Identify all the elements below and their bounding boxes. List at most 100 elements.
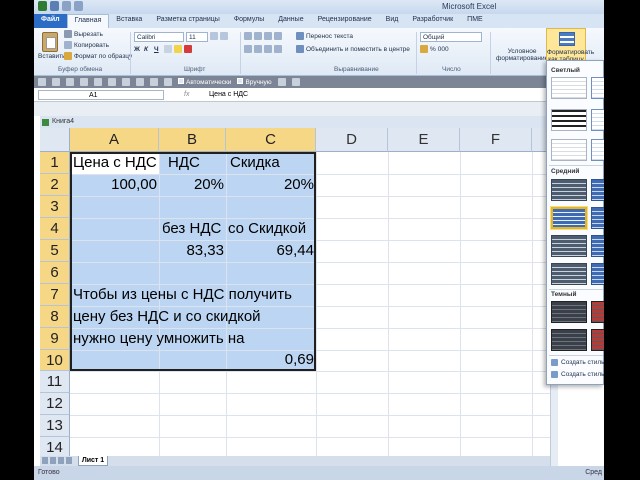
conditional-formatting-button[interactable]: Условное форматирование [496, 48, 548, 62]
font-size-buttons[interactable] [210, 32, 228, 40]
prev-sheet-icon[interactable] [50, 457, 56, 464]
merge-center-button[interactable]: Объединить и поместить в центре [296, 45, 410, 53]
align-top-icon[interactable] [244, 32, 252, 40]
last-sheet-icon[interactable] [66, 457, 72, 464]
table-style-medium-1[interactable] [551, 179, 587, 201]
align-middle-icon[interactable] [254, 32, 262, 40]
cell-b2[interactable]: 20% [159, 174, 224, 196]
cell-a7[interactable]: Чтобы из цены с НДС получить [73, 284, 292, 306]
cell-b4[interactable]: без НДС [162, 218, 221, 240]
cell-c4[interactable]: со Скидкой [228, 218, 306, 240]
tab-pme[interactable]: ПМЕ [460, 14, 490, 28]
tab-formulas[interactable]: Формулы [227, 14, 271, 28]
thousands-button[interactable]: 000 [438, 46, 449, 53]
toolbar-icon-4[interactable] [80, 78, 88, 86]
table-style-light-4[interactable] [591, 109, 604, 131]
cell-a2[interactable]: 100,00 [70, 174, 157, 196]
toolbar-icon-6[interactable] [108, 78, 116, 86]
toolbar-icon-11[interactable] [277, 78, 286, 86]
undo-icon[interactable] [62, 1, 71, 11]
table-style-light-6[interactable] [591, 139, 604, 161]
tab-developer[interactable]: Разработчик [405, 14, 460, 28]
underline-button[interactable]: Ч [154, 46, 162, 53]
italic-button[interactable]: К [144, 46, 152, 53]
first-sheet-icon[interactable] [42, 457, 48, 464]
row-header-3[interactable]: 3 [40, 196, 70, 218]
table-style-medium-5[interactable] [551, 235, 587, 257]
align-bottom-icon[interactable] [264, 32, 272, 40]
column-header-b[interactable]: B [159, 128, 226, 152]
table-style-medium-2[interactable] [591, 179, 604, 201]
toolbar-icon-8[interactable] [136, 78, 144, 86]
toolbar-icon-5[interactable] [94, 78, 102, 86]
shrink-font-icon[interactable] [220, 32, 228, 40]
row-header-13[interactable]: 13 [40, 415, 70, 437]
tab-data[interactable]: Данные [271, 14, 310, 28]
row-header-8[interactable]: 8 [40, 306, 70, 328]
tab-home[interactable]: Главная [66, 14, 110, 28]
format-painter-button[interactable]: Формат по образцу [64, 52, 132, 60]
calc-auto-option[interactable]: Автоматически [178, 78, 231, 86]
table-style-medium-4[interactable] [591, 207, 604, 229]
column-header-c[interactable]: C [226, 128, 316, 152]
align-center-icon[interactable] [254, 45, 262, 53]
tab-page-layout[interactable]: Разметка страницы [149, 14, 227, 28]
currency-icon[interactable] [420, 45, 428, 53]
align-left-icon[interactable] [244, 45, 252, 53]
copy-button[interactable]: Копировать [64, 41, 109, 49]
row-header-12[interactable]: 12 [40, 393, 70, 415]
column-header-d[interactable]: D [316, 128, 388, 152]
font-name-select[interactable]: Calibri [134, 32, 184, 42]
toolbar-icon-1[interactable] [38, 78, 46, 86]
cell-a9[interactable]: нужно цену умножить на [73, 328, 245, 350]
table-style-dark-1[interactable] [551, 301, 587, 323]
table-style-dark-2[interactable] [591, 301, 604, 323]
row-header-6[interactable]: 6 [40, 262, 70, 284]
table-style-light-5[interactable] [551, 139, 587, 161]
table-style-light-2[interactable] [591, 77, 604, 99]
tab-insert[interactable]: Вставка [109, 14, 149, 28]
cell-a8[interactable]: цену без НДС и со скидкой [73, 306, 261, 328]
fx-icon[interactable]: fx [184, 91, 189, 98]
toolbar-icon-3[interactable] [66, 78, 74, 86]
cell-a1[interactable]: Цена с НДС [73, 152, 157, 174]
borders-icon[interactable] [164, 45, 172, 53]
paste-button[interactable]: Вставить [38, 30, 66, 60]
save-icon[interactable] [50, 1, 59, 11]
column-header-a[interactable]: A [70, 128, 159, 152]
orientation-icon[interactable] [274, 32, 282, 40]
name-box[interactable]: A1 [38, 90, 164, 100]
table-style-light-3[interactable] [551, 109, 587, 131]
toolbar-icon-10[interactable] [164, 78, 172, 86]
table-style-medium-selected[interactable] [551, 207, 587, 229]
row-header-7[interactable]: 7 [40, 284, 70, 306]
tab-file[interactable]: Файл [34, 14, 67, 28]
percent-button[interactable]: % [430, 46, 436, 53]
wrap-text-button[interactable]: Перенос текста [296, 32, 353, 40]
cell-c10[interactable]: 0,69 [226, 349, 314, 371]
formula-input[interactable]: Цена с НДС [209, 91, 248, 98]
column-header-e[interactable]: E [388, 128, 460, 152]
new-pivot-style-button[interactable]: Создать стиль сводной таблицы... [551, 371, 604, 378]
row-header-9[interactable]: 9 [40, 328, 70, 350]
bold-button[interactable]: Ж [134, 46, 142, 53]
cell-c5[interactable]: 69,44 [226, 240, 314, 262]
sheet-tab-1[interactable]: Лист 1 [78, 456, 108, 466]
calc-manual-option[interactable]: Вручную [237, 78, 272, 86]
cell-c2[interactable]: 20% [226, 174, 314, 196]
toolbar-icon-9[interactable] [150, 78, 158, 86]
font-color-icon[interactable] [184, 45, 192, 53]
new-table-style-button[interactable]: Создать стиль таблицы... [551, 359, 604, 366]
align-right-icon[interactable] [264, 45, 272, 53]
cell-c1[interactable]: Скидка [230, 152, 280, 174]
table-style-medium-6[interactable] [591, 235, 604, 257]
column-header-f[interactable]: F [460, 128, 532, 152]
row-header-2[interactable]: 2 [40, 174, 70, 196]
row-header-4[interactable]: 4 [40, 218, 70, 240]
worksheet-grid[interactable]: A B C D E F 1 2 3 4 5 6 7 8 9 10 11 12 1… [40, 128, 550, 456]
tab-review[interactable]: Рецензирование [311, 14, 379, 28]
select-all-corner[interactable] [40, 128, 70, 152]
font-size-select[interactable]: 11 [186, 32, 208, 42]
table-style-light-1[interactable] [551, 77, 587, 99]
number-format-select[interactable]: Общий [420, 32, 482, 42]
